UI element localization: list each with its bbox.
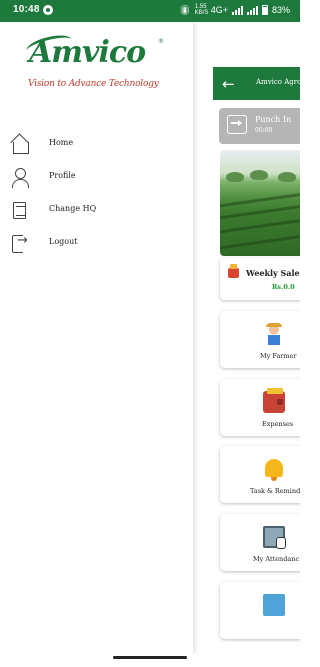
network-speed: 1.55 KB/S (194, 4, 209, 16)
home-icon (10, 134, 30, 154)
farm-banner-image (220, 150, 300, 256)
status-bar: 10:48 📳︎ 1.55 KB/S 4G+ 83% (0, 0, 300, 22)
punch-label: Punch In (255, 115, 292, 124)
change-hq-icon (10, 200, 30, 220)
menu-item-change-hq[interactable]: Change HQ (0, 196, 193, 224)
menu-label: Change HQ (49, 204, 97, 213)
calendar-login-icon (227, 115, 247, 134)
bell-icon (265, 459, 283, 481)
amvico-logo: Amvico ® Vision to Advance Technology (24, 31, 168, 95)
menu-item-home[interactable]: Home (0, 130, 193, 158)
attendance-icon (263, 526, 286, 549)
home-gesture-handle[interactable] (113, 656, 187, 659)
app-bar: ← Amvico Agro (213, 67, 300, 100)
battery-level: 83% (271, 5, 290, 15)
logo-tagline: Vision to Advance Technology (28, 79, 159, 89)
status-icons: 📳︎ 1.55 KB/S 4G+ 83% (179, 4, 290, 16)
signal-icon-2 (246, 5, 258, 15)
logo-wordmark: Amvico (29, 35, 146, 70)
expenses-tile[interactable]: Expenses (220, 379, 300, 436)
punch-in-button[interactable]: Punch In 00:00 (219, 108, 300, 144)
vibrate-icon: 📳︎ (179, 4, 191, 15)
wallet-icon (263, 388, 285, 413)
menu-label: Home (49, 138, 74, 147)
tile-label: My Farmer (260, 352, 297, 360)
system-nav-bar (0, 653, 300, 667)
network-type: 4G+ (210, 5, 228, 15)
signal-icon (231, 5, 243, 15)
logo-registered: ® (158, 38, 164, 45)
menu-item-logout[interactable]: Logout (0, 229, 193, 257)
weekly-sales-card[interactable]: Weekly Sales Rs.0.0 (220, 258, 300, 300)
menu-label: Logout (49, 237, 78, 246)
menu-label: Profile (49, 171, 76, 180)
task-reminder-tile[interactable]: Task & Remind (220, 446, 300, 503)
whatsapp-icon (43, 5, 53, 15)
tile-label: Task & Remind (250, 487, 300, 495)
battery-icon (261, 5, 268, 15)
report-icon (263, 594, 285, 616)
navigation-drawer: Amvico ® Vision to Advance Technology Ho… (0, 22, 193, 667)
status-time: 10:48 (13, 4, 40, 15)
farmer-icon (263, 323, 285, 345)
my-farmer-tile[interactable]: My Farmer (220, 311, 300, 368)
dashboard: ← Amvico Agro Punch In 00:00 Weekly Sale… (193, 22, 300, 667)
report-tile[interactable] (220, 582, 300, 639)
my-attendance-tile[interactable]: My Attendanc (220, 514, 300, 571)
app-title: Amvico Agro (256, 78, 300, 86)
back-arrow-icon[interactable]: ← (222, 75, 235, 93)
weekly-sales-value: Rs.0.0 (272, 283, 295, 291)
tile-label: My Attendanc (253, 555, 300, 563)
profile-icon (10, 167, 30, 188)
logout-icon (10, 233, 30, 253)
menu-item-profile[interactable]: Profile (0, 163, 193, 191)
punch-time: 00:00 (255, 127, 273, 134)
tile-label: Expenses (262, 420, 294, 428)
sales-bag-icon (228, 264, 239, 278)
weekly-sales-title: Weekly Sales (246, 268, 300, 278)
